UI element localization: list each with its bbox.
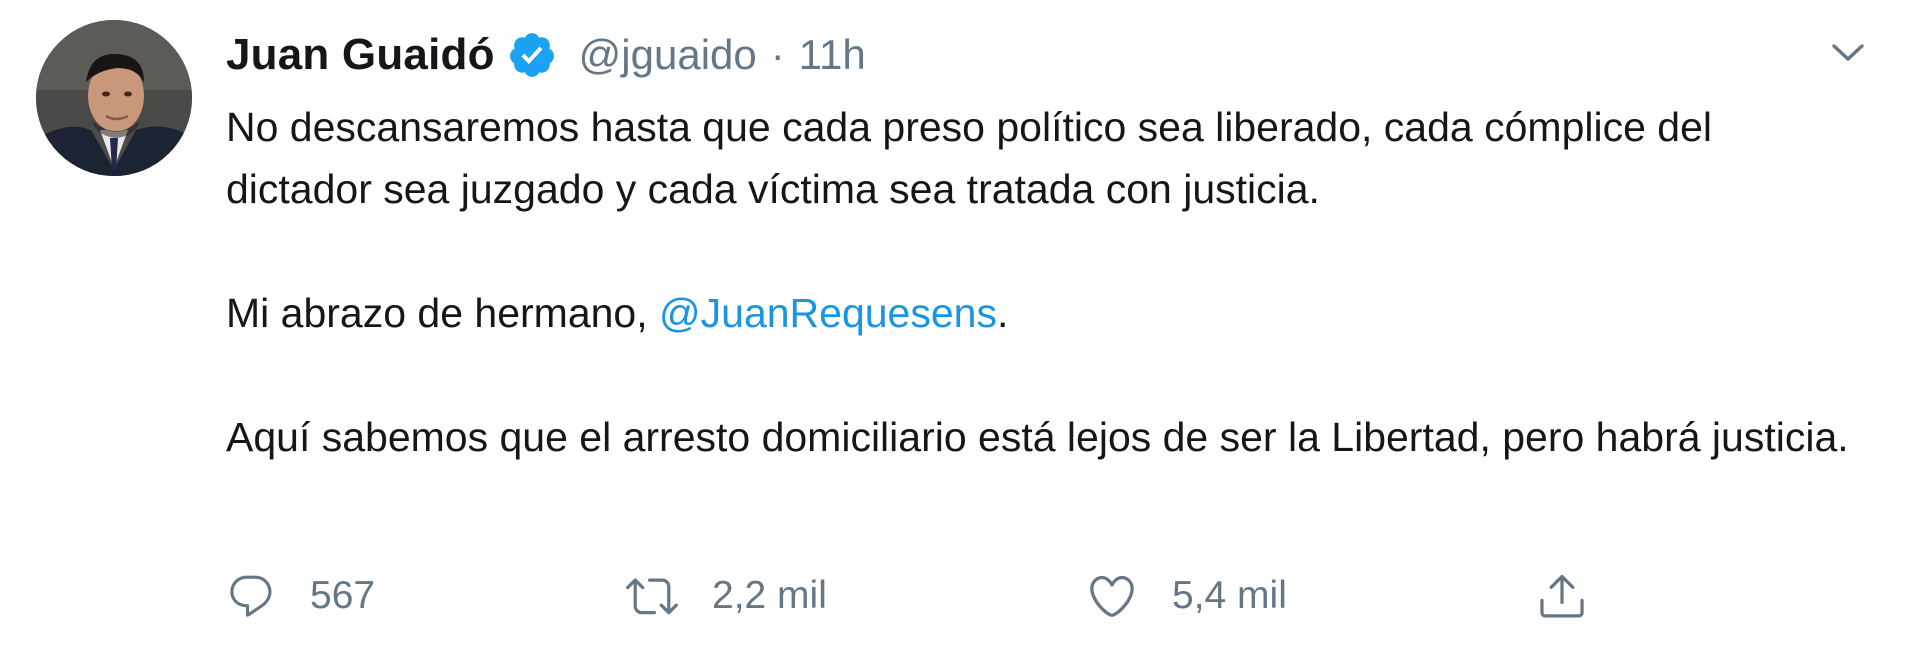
author-name[interactable]: Juan Guaidó	[226, 30, 495, 80]
share-icon	[1540, 574, 1584, 618]
retweet-icon	[626, 578, 678, 615]
retweet-button[interactable]: 2,2 mil	[626, 560, 827, 632]
tweet-header: Juan Guaidó @jguaido · 11h	[226, 24, 866, 86]
avatar[interactable]	[36, 20, 192, 176]
reply-button[interactable]: 567	[226, 560, 375, 632]
paragraph-text: .	[996, 290, 1009, 336]
tweet-paragraph: Aquí sabemos que el arresto domiciliario…	[226, 414, 1849, 460]
reply-icon	[230, 575, 272, 617]
retweet-count: 2,2 mil	[712, 574, 827, 617]
tweet-paragraph: No descansaremos hasta que cada preso po…	[226, 104, 1712, 212]
tweet-text: No descansaremos hasta que cada preso po…	[226, 96, 1866, 468]
mention-link[interactable]: @JuanRequesens	[659, 290, 997, 336]
separator-dot: ·	[770, 31, 785, 78]
reply-count: 567	[310, 574, 376, 617]
like-count: 5,4 mil	[1172, 574, 1287, 617]
chevron-down-icon[interactable]	[1826, 34, 1870, 70]
verified-badge-icon	[507, 30, 557, 80]
tweet[interactable]: Juan Guaidó @jguaido · 11h No descansare…	[0, 0, 1920, 645]
like-button[interactable]: 5,4 mil	[1086, 560, 1287, 632]
tweet-paragraph: Mi abrazo de hermano, @JuanRequesens.	[226, 282, 1866, 344]
author-handle[interactable]: @jguaido	[579, 31, 757, 79]
heart-icon	[1090, 575, 1134, 617]
avatar-image	[36, 20, 192, 176]
tweet-timestamp[interactable]: 11h	[799, 31, 866, 79]
paragraph-text: Mi abrazo de hermano,	[226, 290, 660, 336]
tweet-actions: 567 2,2 mil 5,4 mil	[226, 560, 1626, 632]
share-button[interactable]	[1536, 560, 1588, 632]
